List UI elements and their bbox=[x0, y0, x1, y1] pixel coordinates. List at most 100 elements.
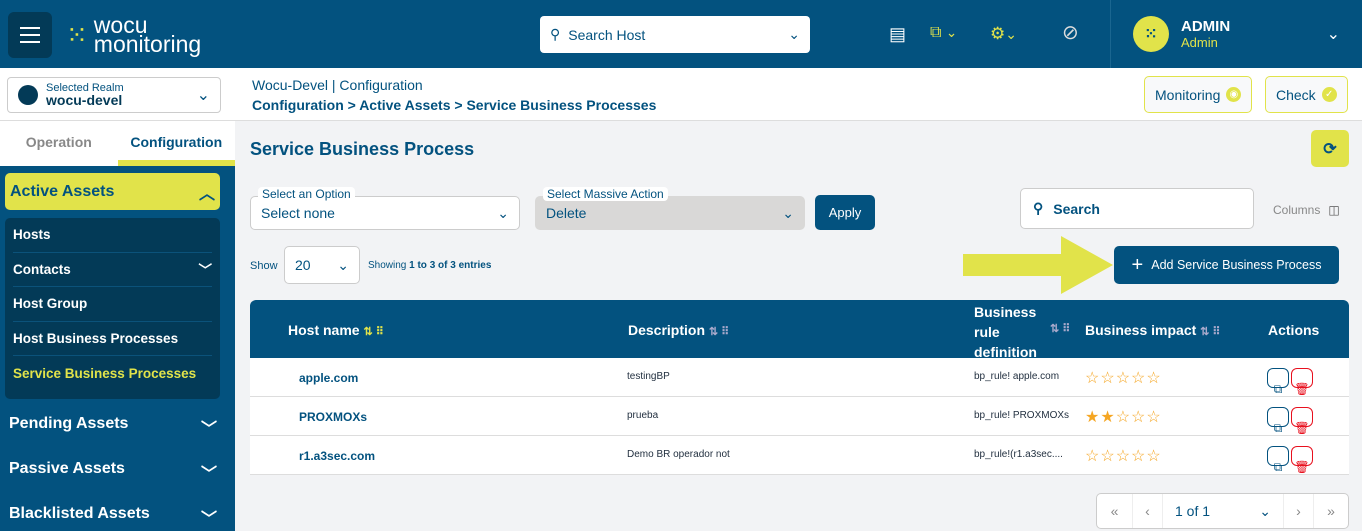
col-description[interactable]: Description ⇅ ⠿ bbox=[628, 322, 729, 338]
table-header: Host name ⇅ ⠿ Description ⇅ ⠿ Business r… bbox=[250, 300, 1349, 360]
business-impact-stars[interactable]: ★★☆☆☆ bbox=[1085, 407, 1162, 427]
item-label: Service Business Processes bbox=[13, 366, 197, 382]
realm-icon bbox=[18, 85, 38, 105]
delete-button[interactable]: 🗑 bbox=[1291, 407, 1313, 435]
item-label: Hosts bbox=[13, 227, 51, 243]
copy-icon: ⧉ bbox=[1273, 382, 1283, 396]
business-impact-stars[interactable]: ☆☆☆☆☆ bbox=[1085, 368, 1162, 388]
group-label: Pending Assets bbox=[9, 415, 129, 432]
chevron-down-icon: ⌄ bbox=[788, 26, 800, 42]
sidebar-item-host-business-processes[interactable]: Host Business Processes bbox=[13, 322, 212, 357]
no-sync-icon[interactable]: ⊘ bbox=[1062, 20, 1079, 45]
header-label: Host name bbox=[288, 322, 360, 338]
page-size-select[interactable]: 20 ⌄ bbox=[284, 246, 360, 284]
section-link[interactable]: Configuration bbox=[339, 77, 422, 93]
rule-cell: bp_rule!(r1.a3sec.... bbox=[974, 449, 1063, 460]
select-option-dropdown[interactable]: Select none ⌄ bbox=[250, 196, 520, 230]
plus-icon: + bbox=[1131, 253, 1144, 276]
sidebar-item-service-business-processes[interactable]: Service Business Processes bbox=[13, 356, 212, 391]
header-label: Business impact bbox=[1085, 322, 1197, 338]
realm-link[interactable]: Wocu-Devel bbox=[252, 77, 328, 93]
columns-label: Columns bbox=[1273, 203, 1321, 217]
logo: ⁙ wocu monitoring bbox=[66, 14, 202, 57]
sidebar-item-host-group[interactable]: Host Group bbox=[13, 287, 212, 322]
chevron-down-icon: ⌄ bbox=[196, 87, 210, 104]
pagination: « ‹ 1 of 1 ⌄ › » bbox=[1096, 493, 1349, 529]
massive-action-dropdown[interactable]: Delete ⌄ bbox=[535, 196, 805, 230]
tab-configuration[interactable]: Configuration bbox=[117, 121, 235, 166]
chevron-down-icon: ⌄ bbox=[1326, 26, 1340, 43]
search-host-input[interactable]: ⚲ Search Host ⌄ bbox=[540, 16, 810, 53]
trash-icon: 🗑 bbox=[1294, 460, 1310, 474]
search-input[interactable]: ⚲ Search bbox=[1020, 188, 1254, 229]
external-link-icon[interactable]: ⧉ ⌄ bbox=[930, 24, 957, 42]
page-indicator: 1 of 1 bbox=[1175, 503, 1211, 519]
entries-info: Showing 1 to 3 of 3 entries bbox=[368, 260, 491, 271]
logo-icon: ⁙ bbox=[66, 19, 88, 50]
host-name-link[interactable]: apple.com bbox=[299, 371, 358, 385]
monitoring-button[interactable]: Monitoring ◉ bbox=[1144, 76, 1253, 113]
next-page-button[interactable]: › bbox=[1284, 494, 1314, 528]
sidebar-group-pending-assets[interactable]: Pending Assets ﹀ bbox=[9, 415, 217, 439]
tab-operation[interactable]: Operation bbox=[0, 121, 118, 166]
sidebar-group-blacklisted-assets[interactable]: Blacklisted Assets ﹀ bbox=[9, 505, 217, 529]
show-label: Show bbox=[250, 260, 278, 272]
search-icon: ⚲ bbox=[550, 26, 561, 42]
business-impact-stars[interactable]: ☆☆☆☆☆ bbox=[1085, 446, 1162, 466]
chevron-down-icon: ⌄ bbox=[497, 204, 509, 221]
select-option-label: Select an Option bbox=[258, 187, 355, 201]
first-page-button[interactable]: « bbox=[1097, 494, 1133, 528]
group-label: Active Assets bbox=[10, 182, 115, 200]
host-name-link[interactable]: PROXMOXs bbox=[299, 410, 367, 424]
host-name-link[interactable]: r1.a3sec.com bbox=[299, 449, 375, 463]
columns-button[interactable]: Columns ◫ bbox=[1273, 203, 1340, 217]
page-title: Service Business Process bbox=[250, 139, 475, 159]
delete-button[interactable]: 🗑 bbox=[1291, 368, 1313, 396]
trash-icon: 🗑 bbox=[1294, 421, 1310, 435]
search-placeholder: Search bbox=[1053, 200, 1100, 217]
item-label: Host Business Processes bbox=[13, 331, 179, 347]
book-icon[interactable]: ▤ bbox=[889, 24, 906, 45]
gears-icon[interactable]: ⚙⌄ bbox=[990, 24, 1017, 44]
chevron-down-icon: ﹀ bbox=[200, 421, 217, 438]
arrow-annotation bbox=[963, 236, 1113, 294]
user-menu[interactable]: ⁙ ADMIN Admin ⌄ bbox=[1110, 0, 1362, 68]
menu-button[interactable] bbox=[8, 12, 52, 58]
copy-button[interactable]: ⧉ bbox=[1267, 368, 1289, 396]
chevron-down-icon: ⌄ bbox=[337, 256, 349, 273]
delete-button[interactable]: 🗑 bbox=[1291, 446, 1313, 474]
page-select[interactable]: 1 of 1 ⌄ bbox=[1163, 494, 1284, 528]
col-host-name[interactable]: Host name ⇅ ⠿ bbox=[288, 322, 384, 338]
logo-text-2: monitoring bbox=[93, 31, 202, 57]
eye-icon: ◉ bbox=[1226, 87, 1242, 102]
sort-icon: ⇅ ⠿ bbox=[1050, 323, 1071, 335]
monitoring-label: Monitoring bbox=[1155, 86, 1221, 103]
sidebar-item-hosts[interactable]: Hosts bbox=[13, 218, 212, 253]
rule-cell: bp_rule! apple.com bbox=[974, 371, 1060, 382]
last-page-button[interactable]: » bbox=[1314, 494, 1348, 528]
check-button[interactable]: Check ✓ bbox=[1265, 76, 1348, 113]
prev-page-button[interactable]: ‹ bbox=[1133, 494, 1163, 528]
showing-range: 1 to 3 of 3 entries bbox=[409, 260, 492, 271]
sidebar-group-active-assets[interactable]: Active Assets ︿ bbox=[5, 173, 220, 210]
refresh-button[interactable]: ⟳ bbox=[1311, 130, 1349, 167]
item-label: Host Group bbox=[13, 296, 88, 312]
chevron-down-icon: ﹀ bbox=[200, 511, 217, 528]
add-button-label: Add Service Business Process bbox=[1151, 258, 1322, 272]
col-business-impact[interactable]: Business impact ⇅ ⠿ bbox=[1085, 322, 1221, 338]
add-service-business-process-button[interactable]: + Add Service Business Process bbox=[1114, 246, 1339, 284]
search-icon: ⚲ bbox=[1033, 200, 1044, 216]
rule-cell: bp_rule! PROXMOXs bbox=[974, 410, 1070, 421]
copy-icon: ⧉ bbox=[1273, 421, 1283, 435]
check-label: Check bbox=[1276, 86, 1316, 103]
copy-button[interactable]: ⧉ bbox=[1267, 407, 1289, 435]
sidebar-group-passive-assets[interactable]: Passive Assets ﹀ bbox=[9, 460, 217, 484]
chevron-down-icon: ⌄ bbox=[1259, 502, 1271, 519]
col-business-rule[interactable]: Business rule definition bbox=[974, 302, 1037, 362]
breadcrumb: Configuration > Active Assets > Service … bbox=[252, 97, 657, 113]
realm-selector[interactable]: Selected Realm wocu-devel ⌄ bbox=[7, 77, 221, 113]
header-label: Description bbox=[628, 322, 706, 338]
copy-button[interactable]: ⧉ bbox=[1267, 446, 1289, 474]
sidebar-item-contacts[interactable]: Contacts ﹀ bbox=[13, 253, 212, 288]
apply-button[interactable]: Apply bbox=[815, 195, 875, 230]
